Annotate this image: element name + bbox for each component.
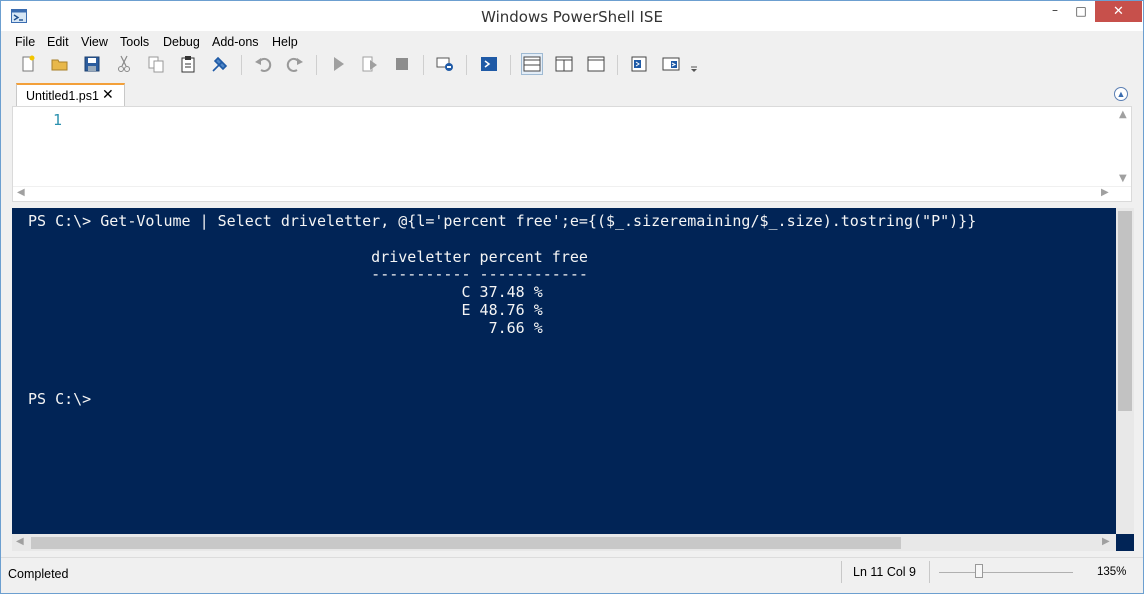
show-command-pane-icon[interactable] bbox=[629, 54, 649, 74]
table-row: C 37.48 % bbox=[28, 283, 543, 302]
save-icon[interactable] bbox=[82, 54, 102, 74]
menu-help[interactable]: Help bbox=[272, 35, 298, 49]
tab-label: Untitled1.ps1 bbox=[26, 89, 99, 103]
toolbar-separator bbox=[466, 55, 467, 75]
cut-icon[interactable] bbox=[114, 54, 134, 74]
cell-driveletter: E bbox=[461, 300, 471, 319]
show-script-top-icon[interactable] bbox=[521, 53, 543, 75]
run-script-icon[interactable] bbox=[328, 54, 348, 74]
cell-driveletter: C bbox=[461, 283, 471, 302]
editor-horizontal-scrollbar[interactable]: ◀ ▶ bbox=[13, 186, 1131, 201]
menu-file[interactable]: File bbox=[15, 35, 35, 49]
status-bar: Completed Ln 11 Col 9 135% bbox=[1, 557, 1143, 593]
toolbar-separator bbox=[617, 55, 618, 75]
new-icon[interactable] bbox=[18, 54, 38, 74]
toolbar-separator bbox=[510, 55, 511, 75]
console-command-line: PS C:\> Get-Volume | Select driveletter,… bbox=[28, 212, 977, 230]
zoom-level: 135% bbox=[1097, 566, 1127, 578]
console-pane[interactable]: PS C:\> Get-Volume | Select driveletter,… bbox=[12, 208, 1134, 551]
toolbar-separator bbox=[241, 55, 242, 75]
window-title: Windows PowerShell ISE bbox=[481, 8, 663, 26]
paste-icon[interactable] bbox=[178, 54, 198, 74]
stop-icon[interactable] bbox=[392, 54, 412, 74]
show-script-maximized-icon[interactable] bbox=[586, 54, 606, 74]
cell-percent-free: 48.76 % bbox=[479, 300, 543, 319]
status-divider bbox=[929, 561, 930, 583]
script-editor[interactable]: 1 ▲ ▼ ◀ ▶ bbox=[12, 106, 1132, 202]
run-selection-icon[interactable] bbox=[360, 54, 380, 74]
console-vertical-scroll-thumb[interactable] bbox=[1118, 211, 1132, 411]
status-divider bbox=[841, 561, 842, 583]
new-remote-tab-icon[interactable] bbox=[435, 54, 455, 74]
column-header-percent-free: percent free bbox=[479, 247, 588, 266]
menu-add-ons[interactable]: Add-ons bbox=[212, 35, 259, 49]
console-prompt[interactable]: PS C:\> bbox=[28, 390, 91, 408]
toolbar-overflow-icon[interactable] bbox=[689, 54, 699, 74]
tab-untitled1[interactable]: Untitled1.ps1 ✕ bbox=[16, 83, 125, 107]
console-vertical-scrollbar[interactable] bbox=[1116, 208, 1134, 534]
show-script-right-icon[interactable] bbox=[554, 54, 574, 74]
tab-close-icon[interactable]: ✕ bbox=[102, 87, 114, 103]
undo-icon[interactable] bbox=[253, 54, 273, 74]
menu-view[interactable]: View bbox=[81, 35, 108, 49]
scroll-right-icon[interactable]: ▶ bbox=[1101, 187, 1109, 198]
console-horizontal-scrollbar[interactable]: ◀ ▶ bbox=[12, 534, 1116, 551]
menu-debug[interactable]: Debug bbox=[163, 35, 200, 49]
open-icon[interactable] bbox=[50, 54, 70, 74]
scroll-left-icon[interactable]: ◀ bbox=[17, 187, 25, 198]
close-button[interactable]: ✕ bbox=[1095, 1, 1142, 22]
column-header-driveletter: driveletter bbox=[371, 247, 471, 266]
status-text: Completed bbox=[8, 567, 69, 581]
title-bar: Windows PowerShell ISE – □ ✕ bbox=[1, 1, 1143, 31]
cell-percent-free: 37.48 % bbox=[479, 283, 543, 302]
line-number: 1 bbox=[53, 111, 63, 129]
zoom-slider-track[interactable] bbox=[939, 572, 1073, 573]
menu-tools[interactable]: Tools bbox=[120, 35, 149, 49]
scroll-right-icon[interactable]: ▶ bbox=[1102, 536, 1110, 547]
powershell-ise-window: Windows PowerShell ISE – □ ✕ File Edit V… bbox=[0, 0, 1144, 594]
console-horizontal-scroll-thumb[interactable] bbox=[31, 537, 901, 549]
maximize-button[interactable]: □ bbox=[1067, 1, 1095, 22]
menu-bar: File Edit View Tools Debug Add-ons Help bbox=[1, 32, 1143, 52]
scroll-down-icon[interactable]: ▼ bbox=[1119, 173, 1127, 184]
toolbar-separator bbox=[316, 55, 317, 75]
editor-vertical-scrollbar[interactable]: ▲ ▼ bbox=[1115, 107, 1131, 187]
table-row: 7.66 % bbox=[28, 319, 543, 337]
toolbar-separator bbox=[423, 55, 424, 75]
toolbar bbox=[1, 51, 1143, 79]
scroll-left-icon[interactable]: ◀ bbox=[16, 536, 24, 547]
table-row: E 48.76 % bbox=[28, 300, 543, 319]
script-tab-strip: Untitled1.ps1 ✕ bbox=[1, 79, 1143, 107]
show-command-addon-icon[interactable] bbox=[661, 54, 681, 74]
scroll-up-icon[interactable]: ▲ bbox=[1119, 109, 1127, 120]
copy-icon[interactable] bbox=[146, 54, 166, 74]
cell-percent-free: 7.66 % bbox=[488, 318, 543, 337]
line-column-indicator: Ln 11 Col 9 bbox=[853, 565, 917, 579]
start-powershell-icon[interactable] bbox=[479, 54, 499, 74]
console-output: PS C:\> Get-Volume | Select driveletter,… bbox=[28, 212, 977, 408]
minimize-button[interactable]: – bbox=[1041, 1, 1069, 22]
redo-icon[interactable] bbox=[285, 54, 305, 74]
collapse-script-pane-icon[interactable]: ▲ bbox=[1114, 87, 1128, 101]
zoom-slider-thumb[interactable] bbox=[975, 564, 984, 578]
menu-edit[interactable]: Edit bbox=[47, 35, 69, 49]
clear-console-icon[interactable] bbox=[210, 54, 230, 74]
console-table-header: driveletter percent free bbox=[28, 248, 588, 266]
